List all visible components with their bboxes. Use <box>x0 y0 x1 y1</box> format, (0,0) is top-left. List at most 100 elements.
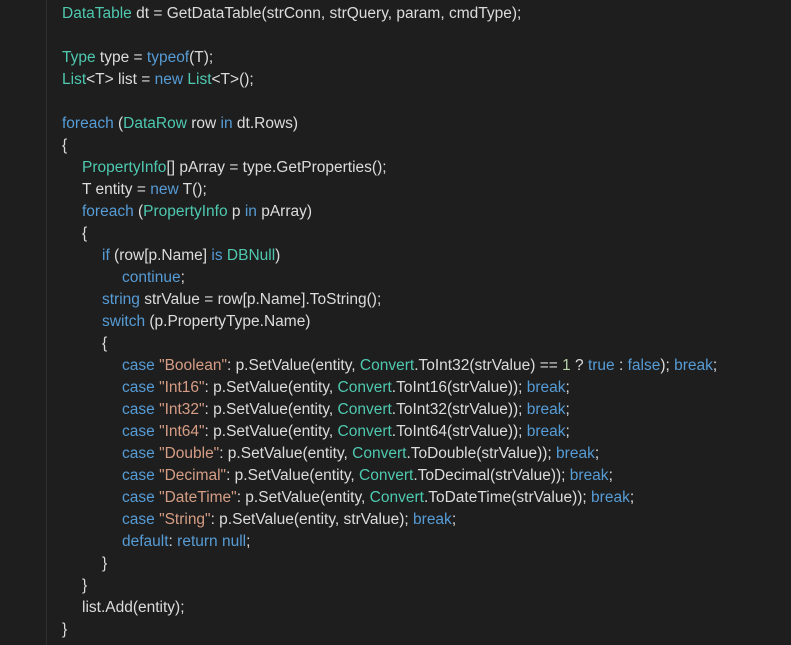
code-token: : p.SetValue(entity, <box>219 445 353 462</box>
keyword-token: is <box>211 247 223 264</box>
code-line: case "Boolean": p.SetValue(entity, Conve… <box>62 355 791 377</box>
keyword-token: typeof <box>146 49 190 66</box>
string-token: "Double" <box>159 445 220 462</box>
code-token: (p.PropertyType.Name) <box>145 313 311 330</box>
code-token: list.Add(entity); <box>82 599 185 616</box>
code-token: row <box>186 115 221 132</box>
code-token: ; <box>712 357 718 374</box>
type-token: PropertyInfo <box>82 159 167 176</box>
code-block[interactable]: DataTable dt = GetDataTable(strConn, str… <box>62 3 791 641</box>
editor-gutter-line <box>46 0 47 645</box>
keyword-token: case <box>122 445 155 462</box>
code-token: { <box>82 225 88 242</box>
string-token: "DateTime" <box>159 489 237 506</box>
code-token: } <box>62 621 68 638</box>
code-token: .ToInt16(strValue)); <box>391 379 527 396</box>
code-line: { <box>62 135 791 157</box>
code-token: ; <box>608 467 613 484</box>
code-line: { <box>62 333 791 355</box>
code-line: foreach (PropertyInfo p in pArray) <box>62 201 791 223</box>
code-token: ? <box>570 357 588 374</box>
code-token: .ToDateTime(strValue)); <box>423 489 592 506</box>
keyword-token: new <box>154 71 184 88</box>
code-token: <T> list = <box>86 71 155 88</box>
code-token: <T>(); <box>211 71 254 88</box>
keyword-token: in <box>220 115 233 132</box>
keyword-token: foreach <box>62 115 114 132</box>
code-token: : <box>614 357 628 374</box>
code-token: ; <box>246 533 251 550</box>
code-token: ; <box>565 379 570 396</box>
code-line: List<T> list = new List<T>(); <box>62 69 791 91</box>
keyword-token: return <box>177 533 218 550</box>
type-token: PropertyInfo <box>143 203 228 220</box>
code-token: (row[p.Name] <box>109 247 212 264</box>
string-token: "Int32" <box>159 401 205 418</box>
code-line: case "Int32": p.SetValue(entity, Convert… <box>62 399 791 421</box>
code-token: { <box>102 335 108 352</box>
code-token: ; <box>629 489 635 506</box>
code-token: : p.SetValue(entity, <box>204 423 338 440</box>
keyword-token: case <box>122 511 155 528</box>
code-token: (T); <box>189 49 214 66</box>
code-token: ; <box>180 269 185 286</box>
keyword-token: break <box>413 511 452 528</box>
code-token: .ToDouble(strValue)); <box>406 445 557 462</box>
code-token: ) <box>275 247 281 264</box>
keyword-token: break <box>591 489 630 506</box>
code-token: ; <box>451 511 457 528</box>
type-token: List <box>187 71 212 88</box>
string-token: "Int16" <box>159 379 205 396</box>
keyword-token: case <box>122 379 155 396</box>
code-token: dt.Rows) <box>232 115 299 132</box>
code-token: } <box>82 577 88 594</box>
keyword-token: string <box>102 291 140 308</box>
code-token: ; <box>565 423 570 440</box>
code-token: strValue = row[p.Name].ToString(); <box>139 291 382 308</box>
code-editor[interactable]: DataTable dt = GetDataTable(strConn, str… <box>0 0 791 645</box>
code-token: .ToDecimal(strValue)); <box>413 467 570 484</box>
keyword-token: null <box>221 533 247 550</box>
keyword-token: if <box>102 247 110 264</box>
keyword-token: foreach <box>82 203 134 220</box>
code-token: ); <box>660 357 675 374</box>
code-line: list.Add(entity); <box>62 597 791 619</box>
code-token: ; <box>565 401 570 418</box>
code-line: foreach (DataRow row in dt.Rows) <box>62 113 791 135</box>
code-line: case "Decimal": p.SetValue(entity, Conve… <box>62 465 791 487</box>
type-token: Convert <box>369 489 424 506</box>
code-token: [] pArray = type.GetProperties(); <box>166 159 387 176</box>
code-token: type = <box>95 49 147 66</box>
code-line: switch (p.PropertyType.Name) <box>62 311 791 333</box>
keyword-token: continue <box>122 269 181 286</box>
type-token: DataTable <box>62 5 132 22</box>
keyword-token: true <box>587 357 615 374</box>
string-token: "String" <box>159 511 211 528</box>
code-token: : p.SetValue(entity, strValue); <box>210 511 414 528</box>
code-line: } <box>62 619 791 641</box>
type-token: Convert <box>359 467 414 484</box>
code-line: { <box>62 223 791 245</box>
code-token: ( <box>133 203 144 220</box>
keyword-token: break <box>526 401 566 418</box>
number-token: 1 <box>562 357 571 374</box>
code-token: : p.SetValue(entity, <box>226 357 360 374</box>
code-token: : p.SetValue(entity, <box>204 401 338 418</box>
code-token: : p.SetValue(entity, <box>204 379 338 396</box>
string-token: "Int64" <box>159 423 205 440</box>
code-token: T(); <box>178 181 207 198</box>
code-token: .ToInt32(strValue) == <box>414 357 563 374</box>
code-token: ( <box>113 115 124 132</box>
type-token: Convert <box>359 357 415 374</box>
code-line: case "Int16": p.SetValue(entity, Convert… <box>62 377 791 399</box>
code-line: case "DateTime": p.SetValue(entity, Conv… <box>62 487 791 509</box>
keyword-token: break <box>526 423 566 440</box>
code-token: T entity = <box>82 181 151 198</box>
code-line: case "String": p.SetValue(entity, strVal… <box>62 509 791 531</box>
code-line: case "Double": p.SetValue(entity, Conver… <box>62 443 791 465</box>
code-line: if (row[p.Name] is DBNull) <box>62 245 791 267</box>
type-token: Convert <box>337 379 392 396</box>
type-token: List <box>62 71 87 88</box>
keyword-token: case <box>122 489 155 506</box>
